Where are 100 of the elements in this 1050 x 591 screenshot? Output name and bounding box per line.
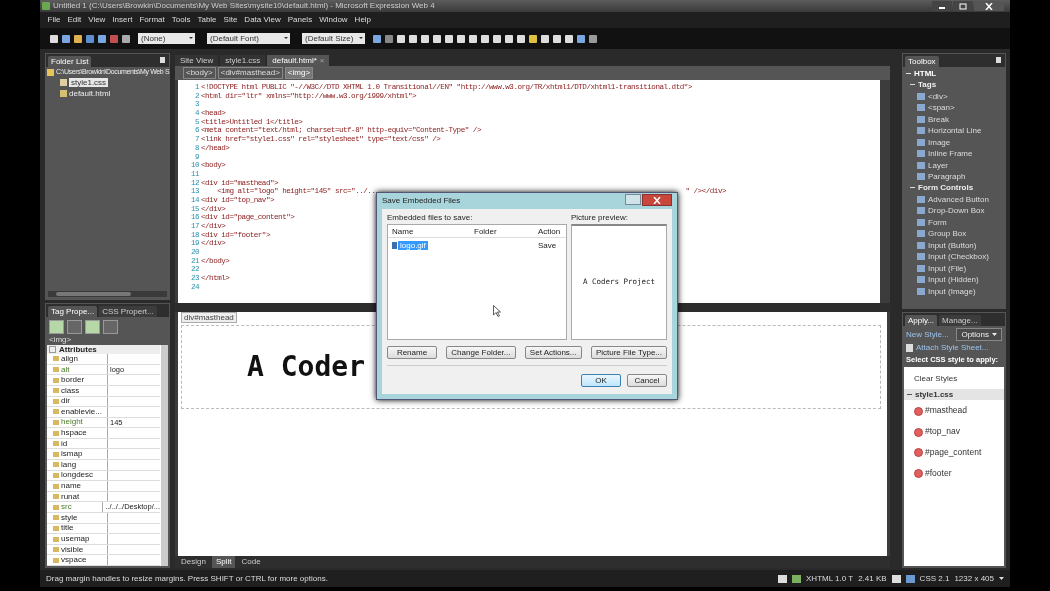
folder-list-entry[interactable]: default.html bbox=[69, 89, 111, 99]
menu-item[interactable]: Window bbox=[315, 15, 352, 25]
attach-style-sheet-link[interactable]: Attach Style Sheet... bbox=[916, 343, 989, 353]
toolbox-item[interactable]: Input (Checkbox) bbox=[928, 252, 989, 262]
attribute-name[interactable]: name bbox=[47, 481, 108, 491]
dialog-button[interactable]: Set Actions... bbox=[524, 346, 582, 359]
toolbox-item[interactable]: Advanced Button bbox=[928, 194, 989, 204]
view-tab[interactable]: Code bbox=[237, 556, 265, 568]
attribute-name[interactable]: usemap bbox=[47, 534, 108, 544]
close-button[interactable] bbox=[974, 1, 1004, 11]
menu-item[interactable]: Format bbox=[135, 15, 169, 25]
style-item[interactable]: #top_nav bbox=[925, 427, 960, 437]
style-dropdown[interactable]: (None) bbox=[138, 33, 195, 44]
file-list[interactable]: Name Folder Action logo.gif Save bbox=[387, 224, 567, 340]
attribute-name[interactable]: ismap bbox=[47, 449, 108, 460]
panel-tab[interactable]: Folder List bbox=[48, 55, 92, 67]
ok-button[interactable]: OK bbox=[581, 374, 621, 387]
dialog-button[interactable]: Rename bbox=[387, 346, 437, 359]
toolbox-category[interactable]: Tags bbox=[918, 80, 937, 90]
document-tab[interactable]: style1.css bbox=[220, 54, 266, 66]
toolbox-category[interactable]: Form Controls bbox=[918, 183, 974, 193]
breadcrumb-item[interactable]: <div#masthead> bbox=[217, 67, 283, 79]
attribute-name[interactable]: id bbox=[47, 438, 108, 449]
menu-item[interactable]: Panels bbox=[284, 15, 316, 25]
document-tab[interactable]: default.html* × bbox=[267, 54, 330, 66]
toolbox-item[interactable]: Drop-Down Box bbox=[928, 206, 985, 216]
toolbox-item[interactable]: Layer bbox=[928, 160, 948, 170]
caret-icon[interactable] bbox=[999, 577, 1004, 580]
scrollbar[interactable] bbox=[161, 345, 168, 566]
panel-tab[interactable]: CSS Propert... bbox=[99, 305, 157, 317]
attribute-name[interactable]: vspace bbox=[47, 555, 108, 565]
style-item[interactable]: #masthead bbox=[925, 406, 968, 417]
attribute-name[interactable]: title bbox=[47, 523, 108, 534]
attribute-name[interactable]: dir bbox=[47, 396, 108, 407]
close-button[interactable] bbox=[642, 194, 672, 206]
options-button[interactable]: Options bbox=[956, 328, 1002, 342]
expander-icon[interactable] bbox=[906, 71, 911, 77]
toolbox-item[interactable]: <div> bbox=[928, 91, 948, 101]
css-version-label[interactable]: CSS 2.1 bbox=[919, 573, 950, 584]
breadcrumb-item[interactable]: <img> bbox=[284, 67, 314, 79]
toolbox-item[interactable]: Form bbox=[928, 217, 947, 227]
attribute-name[interactable]: enablevie... bbox=[47, 407, 108, 417]
toolbox-item[interactable]: Input (Button) bbox=[928, 240, 977, 250]
minimize-button[interactable] bbox=[932, 1, 952, 11]
expander-icon[interactable] bbox=[907, 392, 912, 398]
new-style-link[interactable]: New Style... bbox=[906, 330, 949, 340]
help-button[interactable] bbox=[625, 194, 641, 205]
size-dropdown[interactable]: (Default Size) bbox=[302, 33, 365, 44]
page-size-label[interactable]: 1232 x 405 bbox=[954, 573, 994, 584]
toolbox-item[interactable]: Horizontal Line bbox=[928, 126, 982, 136]
menu-item[interactable]: Site bbox=[220, 15, 241, 25]
menu-item[interactable]: Table bbox=[193, 15, 221, 25]
menu-item[interactable]: Edit bbox=[63, 15, 85, 25]
attribute-name[interactable]: style bbox=[47, 513, 108, 523]
style-item[interactable]: #page_content bbox=[925, 447, 982, 458]
panel-tab[interactable]: Apply... bbox=[905, 314, 938, 326]
attribute-name[interactable]: align bbox=[47, 354, 108, 364]
attribute-name[interactable]: border bbox=[47, 375, 108, 385]
attribute-name[interactable]: height bbox=[47, 417, 108, 428]
toolbox-item[interactable]: Paragraph bbox=[928, 172, 966, 182]
folder-list-entry[interactable]: style1.css bbox=[69, 78, 109, 88]
style-item[interactable]: #footer bbox=[925, 468, 952, 479]
menu-item[interactable]: Insert bbox=[108, 15, 136, 25]
document-tab[interactable]: Site View bbox=[175, 54, 219, 66]
scrollbar[interactable] bbox=[48, 290, 167, 297]
expander-icon[interactable] bbox=[910, 185, 915, 191]
logo-image[interactable]: A Coder bbox=[247, 350, 365, 384]
menu-item[interactable]: View bbox=[84, 15, 109, 25]
column-header[interactable]: Action bbox=[534, 226, 566, 236]
toolbox-item[interactable]: Inline Frame bbox=[928, 149, 973, 159]
column-header[interactable]: Name bbox=[388, 226, 470, 236]
menu-item[interactable]: Help bbox=[351, 15, 375, 25]
view-tab[interactable]: Split bbox=[211, 556, 236, 568]
font-dropdown[interactable]: (Default Font) bbox=[207, 33, 290, 44]
toolbox-group[interactable]: HTML bbox=[914, 69, 937, 79]
attribute-name[interactable]: src bbox=[47, 502, 104, 513]
breadcrumb-item[interactable]: <body> bbox=[183, 67, 216, 79]
attribute-name[interactable]: visible bbox=[47, 544, 108, 555]
toolbox-item[interactable]: Image bbox=[928, 137, 951, 147]
menu-item[interactable]: Tools bbox=[168, 15, 194, 25]
toolbox-item[interactable]: Group Box bbox=[928, 229, 967, 239]
panel-tab[interactable]: Toolbox bbox=[905, 55, 939, 67]
doctype-label[interactable]: XHTML 1.0 T bbox=[806, 573, 854, 584]
toolbox-item[interactable]: Input (Hidden) bbox=[928, 275, 979, 285]
attribute-name[interactable]: hspace bbox=[47, 428, 108, 438]
dialog-button[interactable]: Picture File Type... bbox=[590, 346, 667, 359]
attribute-name[interactable]: lang bbox=[47, 460, 108, 470]
view-tab[interactable]: Design bbox=[177, 556, 210, 568]
toolbox-item[interactable]: Input (File) bbox=[928, 263, 967, 273]
expander-icon[interactable] bbox=[910, 82, 915, 88]
menu-item[interactable]: File bbox=[44, 15, 64, 25]
attribute-name[interactable]: alt bbox=[47, 364, 108, 375]
maximize-button[interactable] bbox=[953, 1, 973, 11]
toolbox-item[interactable]: Input (Image) bbox=[928, 286, 976, 296]
column-header[interactable]: Folder bbox=[470, 226, 534, 236]
attribute-name[interactable]: longdesc bbox=[47, 470, 108, 481]
panel-tab[interactable]: Tag Prope... bbox=[48, 305, 98, 317]
style-item[interactable]: Clear Styles bbox=[904, 367, 1004, 390]
cancel-button[interactable]: Cancel bbox=[627, 374, 667, 387]
dialog-button[interactable]: Change Folder... bbox=[446, 346, 516, 359]
